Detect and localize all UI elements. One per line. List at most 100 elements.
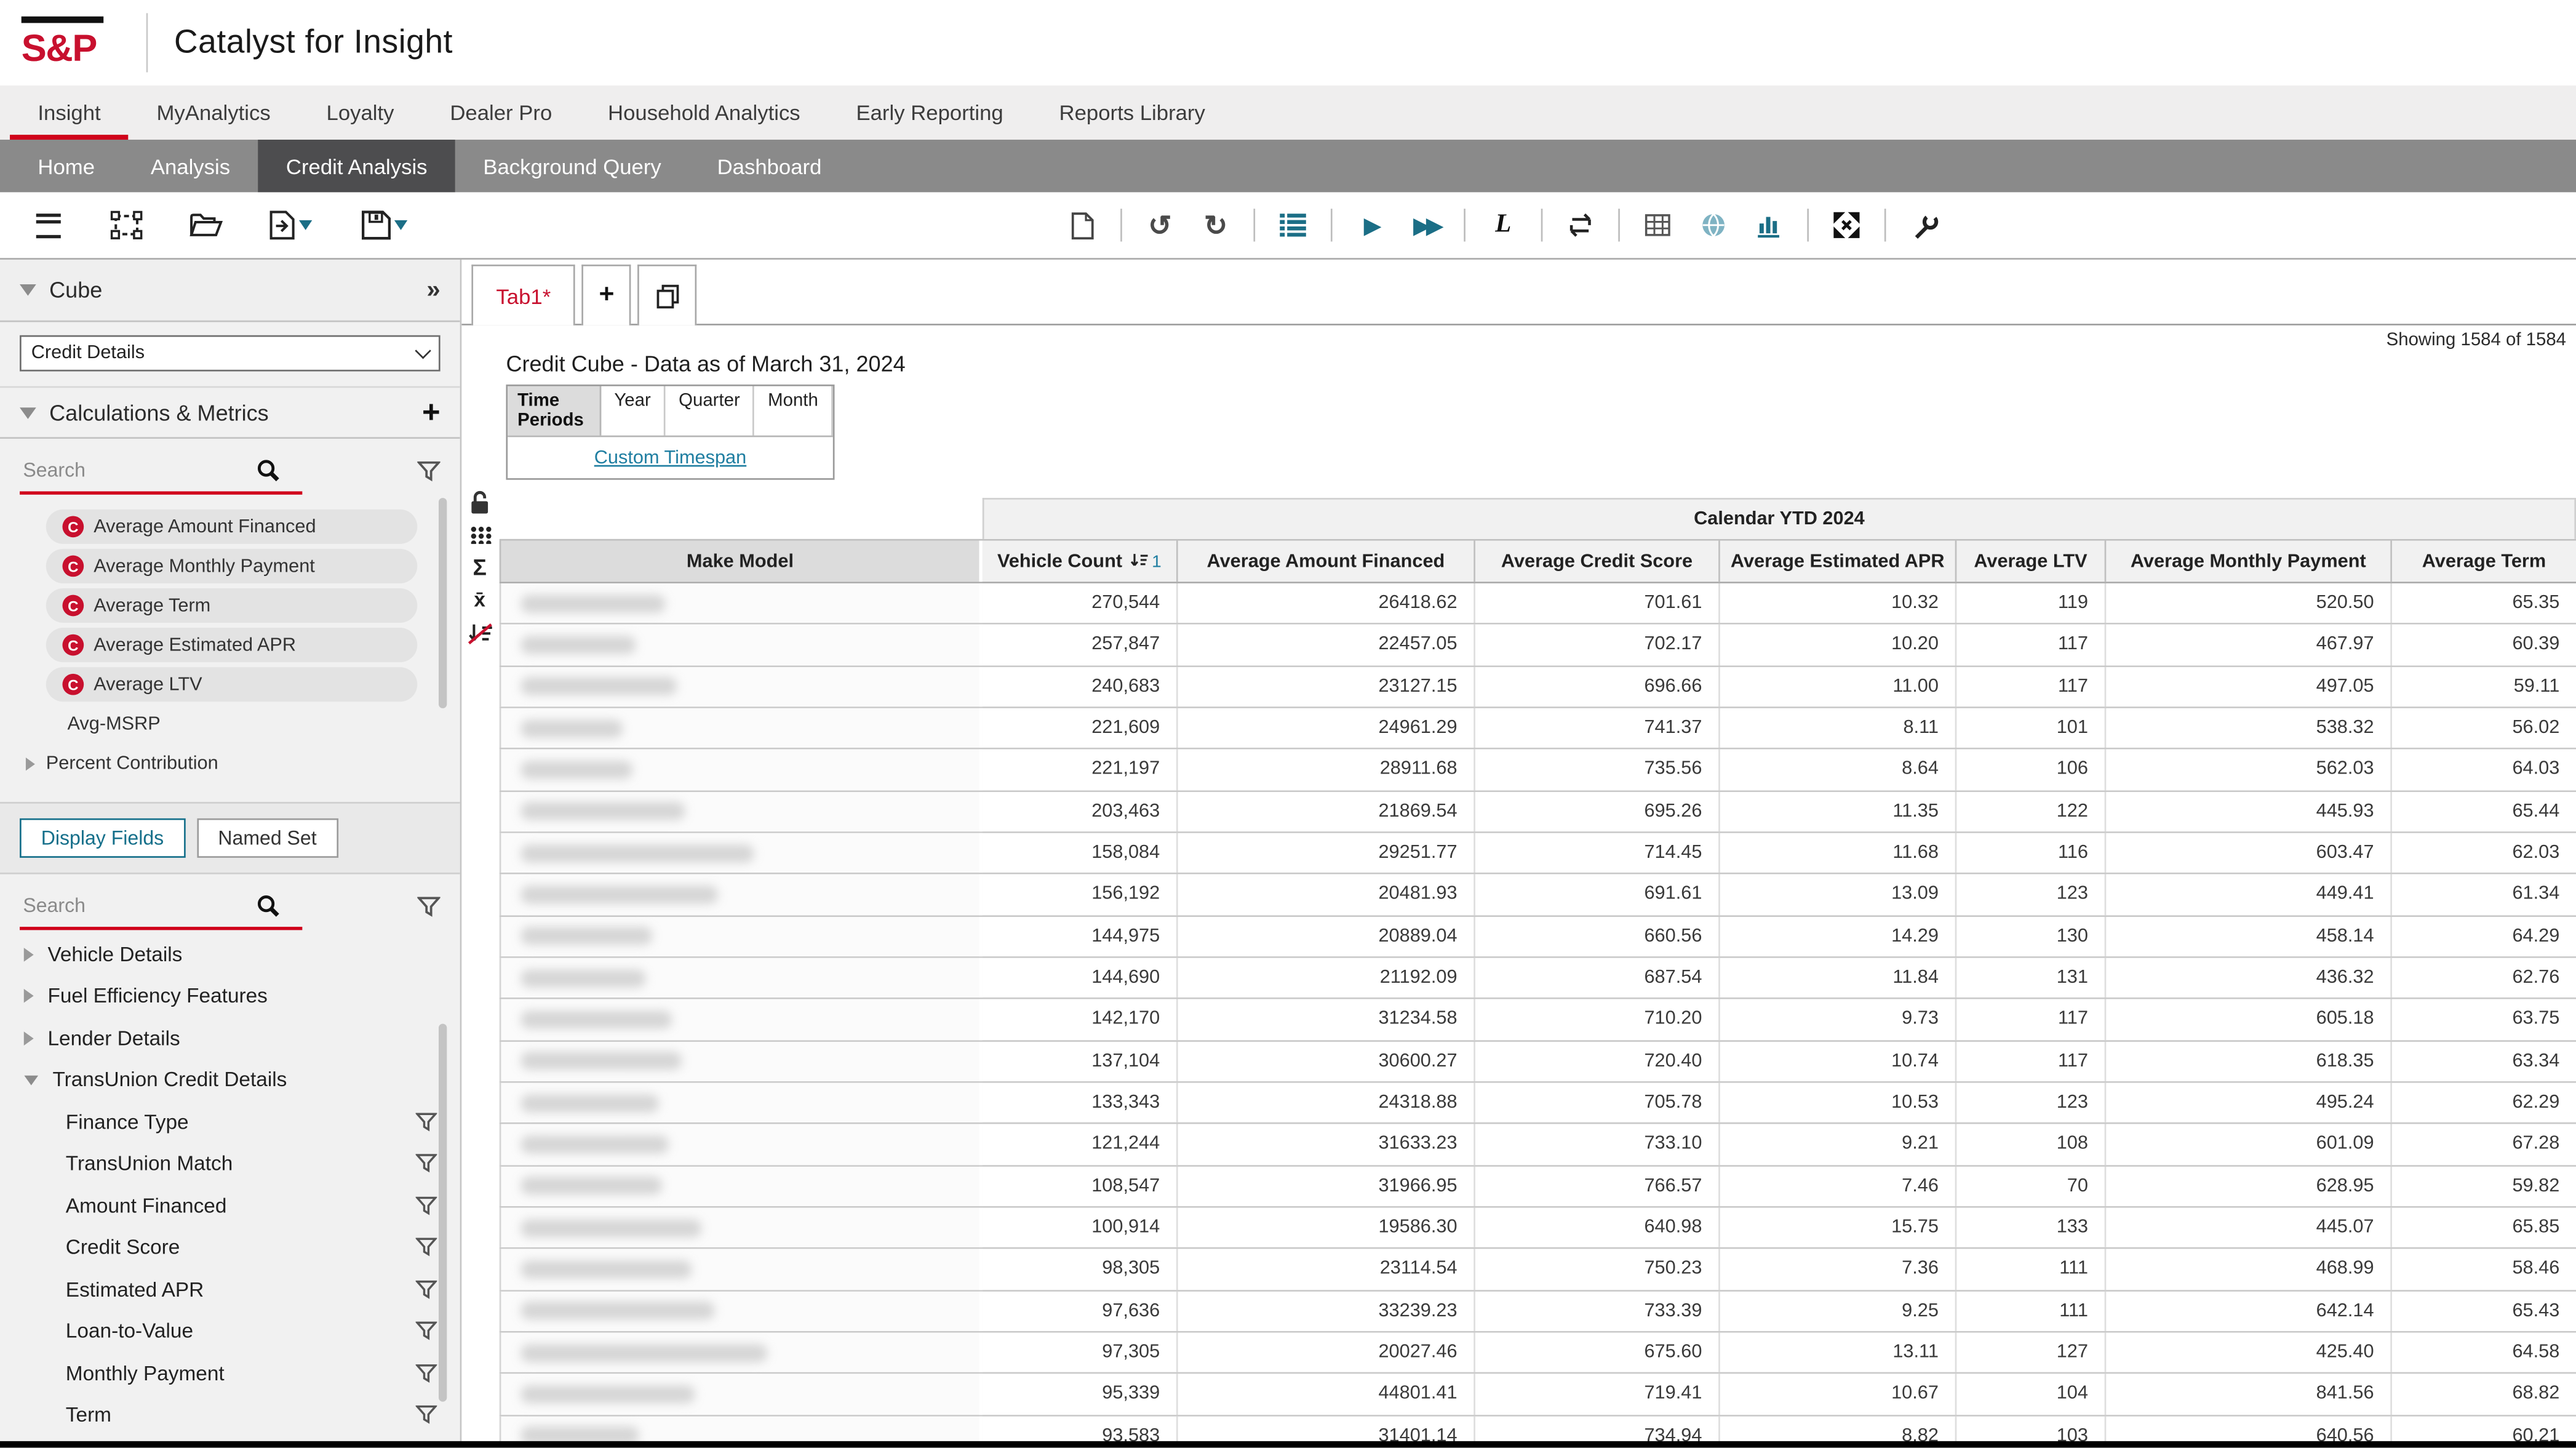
secondary-nav-item[interactable]: Dashboard	[689, 140, 850, 192]
collapse-arrow-icon[interactable]	[24, 1075, 38, 1085]
add-metric-icon[interactable]: +	[422, 397, 441, 428]
table-row[interactable]: 142,170 31234.58 710.20 9.73 117 605.18 …	[500, 999, 2576, 1041]
column-header-avg-amount-financed[interactable]: Average Amount Financed	[1178, 541, 1475, 582]
primary-nav-item[interactable]: Household Analytics	[580, 86, 828, 140]
search-icon[interactable]	[257, 893, 281, 918]
list-view-icon[interactable]	[1265, 204, 1321, 246]
field-item[interactable]: Fuel Efficiency Features	[0, 975, 460, 1017]
primary-nav-item[interactable]: Reports Library	[1031, 86, 1233, 140]
table-row[interactable]: 98,305 23114.54 750.23 7.36 111 468.99 5…	[500, 1249, 2576, 1291]
metrics-search-input[interactable]	[20, 457, 257, 483]
table-row[interactable]: 133,343 24318.88 705.78 10.53 123 495.24…	[500, 1083, 2576, 1125]
cube-section-header[interactable]: Cube »	[0, 260, 460, 322]
field-item[interactable]: Monthly Payment	[0, 1353, 460, 1394]
horizontal-scrollbar[interactable]	[0, 1441, 2576, 1448]
calculations-section-header[interactable]: Calculations & Metrics +	[0, 386, 460, 439]
data-table-icon[interactable]	[1630, 204, 1686, 246]
expand-arrow-icon[interactable]	[24, 947, 34, 961]
metric-item[interactable]: Avg-MSRP	[67, 706, 417, 741]
secondary-nav-item[interactable]: Background Query	[455, 140, 689, 192]
table-row[interactable]: 95,339 44801.41 719.41 10.67 104 841.56 …	[500, 1374, 2576, 1416]
primary-nav-item[interactable]: MyAnalytics	[129, 86, 298, 140]
filter-icon[interactable]	[416, 1112, 437, 1132]
save-icon[interactable]	[348, 204, 420, 246]
expand-icon[interactable]	[1819, 204, 1875, 246]
expand-arrow-icon[interactable]	[24, 1031, 34, 1046]
grid-icon[interactable]	[469, 526, 490, 543]
time-period-option[interactable]: Quarter	[666, 386, 755, 436]
table-row[interactable]: 100,914 19586.30 640.98 15.75 133 445.07…	[500, 1207, 2576, 1249]
table-row[interactable]: 257,847 22457.05 702.17 10.20 117 467.97…	[500, 625, 2576, 667]
named-set-button[interactable]: Named Set	[197, 818, 338, 858]
field-item[interactable]: TransUnion Match	[0, 1143, 460, 1185]
redo-icon[interactable]: ↻	[1188, 204, 1244, 246]
field-item[interactable]: Finance Type	[0, 1101, 460, 1143]
metric-item[interactable]: C Average Estimated APR	[46, 628, 417, 662]
expand-arrow-icon[interactable]	[24, 990, 34, 1004]
mean-icon[interactable]: x̄	[474, 590, 485, 610]
wrench-icon[interactable]	[1896, 204, 1952, 246]
select-area-icon[interactable]	[98, 204, 154, 246]
display-fields-button[interactable]: Display Fields	[20, 818, 185, 858]
metric-item[interactable]: C Average Monthly Payment	[46, 549, 417, 583]
field-item[interactable]: TransUnion Credit Details	[0, 1059, 460, 1101]
field-item[interactable]: Amount Financed	[0, 1185, 460, 1226]
time-period-option[interactable]: Month	[755, 386, 833, 436]
column-header-avg-credit-score[interactable]: Average Credit Score	[1475, 541, 1720, 582]
field-item[interactable]: Credit Score	[0, 1226, 460, 1268]
menu-icon[interactable]	[20, 204, 76, 246]
custom-timespan-link[interactable]: Custom Timespan	[594, 449, 747, 468]
field-item[interactable]: Estimated APR	[0, 1268, 460, 1310]
time-period-option[interactable]: Year	[601, 386, 666, 436]
filter-icon[interactable]	[416, 1406, 437, 1425]
table-row[interactable]: 121,244 31633.23 733.10 9.21 108 601.09 …	[500, 1124, 2576, 1166]
table-row[interactable]: 270,544 26418.62 701.61 10.32 119 520.50…	[500, 583, 2576, 625]
primary-nav-item[interactable]: Early Reporting	[828, 86, 1031, 140]
secondary-nav-item[interactable]: Credit Analysis	[258, 140, 455, 192]
column-header-avg-estimated-apr[interactable]: Average Estimated APR	[1720, 541, 1957, 582]
table-row[interactable]: 221,197 28911.68 735.56 8.64 106 562.03 …	[500, 750, 2576, 791]
collapse-panel-icon[interactable]: »	[426, 276, 440, 304]
undo-icon[interactable]: ↺	[1132, 204, 1188, 246]
bar-chart-icon[interactable]	[1742, 204, 1798, 246]
primary-nav-item[interactable]: Dealer Pro	[422, 86, 580, 140]
filter-icon[interactable]	[417, 460, 440, 483]
search-icon[interactable]	[257, 458, 281, 482]
run-icon[interactable]: ▶	[1342, 204, 1398, 246]
new-document-icon[interactable]	[1055, 204, 1111, 246]
export-dropdown-caret[interactable]	[299, 220, 312, 230]
column-header-make-model[interactable]: Make Model	[500, 541, 983, 582]
metric-item[interactable]: C Average LTV	[46, 667, 417, 702]
tab-tab1[interactable]: Tab1*	[471, 265, 575, 326]
field-item[interactable]: Vehicle Details	[0, 934, 460, 975]
secondary-nav-item[interactable]: Home	[10, 140, 122, 192]
metric-item[interactable]: C Average Term	[46, 588, 417, 623]
cube-select[interactable]: Credit Details	[20, 335, 441, 372]
filter-icon[interactable]	[416, 1364, 437, 1383]
primary-nav-item[interactable]: Loyalty	[298, 86, 422, 140]
open-folder-icon[interactable]	[177, 204, 233, 246]
primary-nav-item[interactable]: Insight	[10, 86, 129, 140]
sum-icon[interactable]: Σ	[473, 556, 487, 578]
field-item[interactable]: Lender Details	[0, 1017, 460, 1059]
collapse-arrow-icon[interactable]	[20, 407, 36, 418]
column-header-vehicle-count[interactable]: Vehicle Count 1	[983, 541, 1178, 582]
column-header-avg-ltv[interactable]: Average LTV	[1956, 541, 2106, 582]
fields-scrollbar[interactable]	[439, 1024, 447, 1402]
table-row[interactable]: 240,683 23127.15 696.66 11.00 117 497.05…	[500, 666, 2576, 708]
export-icon[interactable]	[257, 204, 325, 246]
field-item[interactable]: Term	[0, 1394, 460, 1436]
sort-desc-icon[interactable]	[1130, 552, 1148, 570]
globe-icon[interactable]	[1686, 204, 1742, 246]
secondary-nav-item[interactable]: Analysis	[122, 140, 258, 192]
filter-icon[interactable]	[416, 1279, 437, 1299]
metric-item[interactable]: Percent Contribution	[51, 746, 417, 780]
table-row[interactable]: 203,463 21869.54 695.26 11.35 122 445.93…	[500, 791, 2576, 833]
table-row[interactable]: 108,547 31966.95 766.57 7.46 70 628.95 5…	[500, 1166, 2576, 1208]
filter-icon[interactable]	[416, 1238, 437, 1257]
filter-icon[interactable]	[416, 1196, 437, 1215]
repeat-icon[interactable]	[1552, 204, 1608, 246]
fields-search-input[interactable]	[20, 892, 257, 919]
expand-arrow-icon[interactable]	[26, 757, 35, 770]
save-dropdown-caret[interactable]	[394, 220, 407, 230]
